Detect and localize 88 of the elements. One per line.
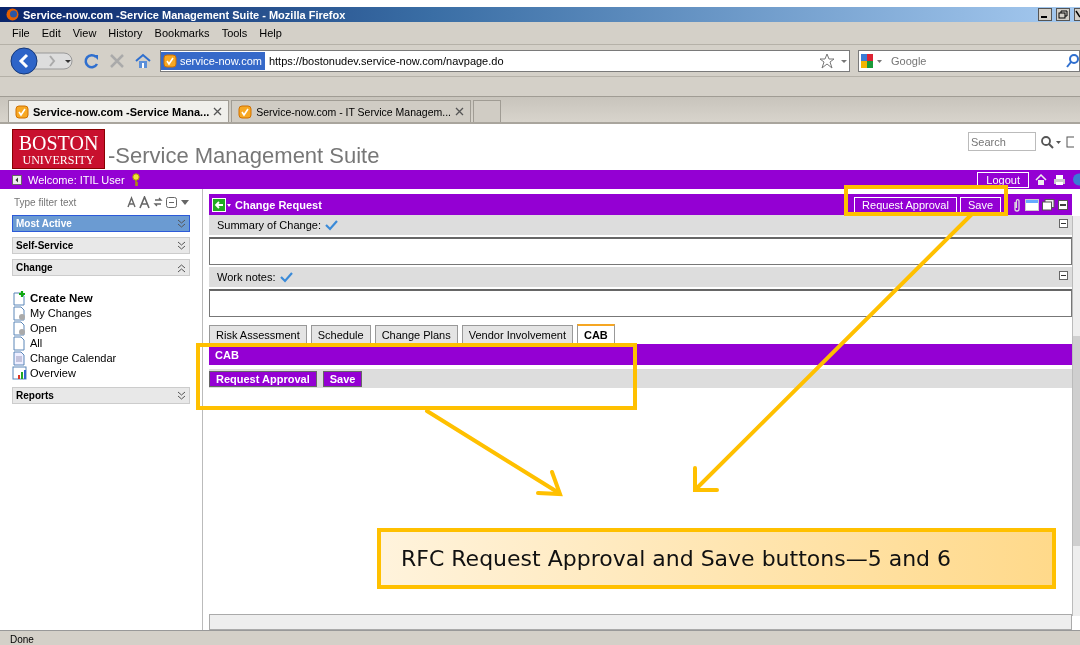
- spellcheck-icon[interactable]: [278, 271, 293, 283]
- menu-item[interactable]: File: [6, 27, 36, 39]
- form-tab[interactable]: Vendor Involvement: [461, 325, 573, 343]
- site-icon: [163, 53, 177, 68]
- text-smaller-icon[interactable]: [127, 196, 136, 208]
- close-icon[interactable]: [213, 107, 223, 116]
- star-icon[interactable]: [819, 52, 835, 69]
- back-button[interactable]: [212, 197, 232, 212]
- horizontal-scrollbar[interactable]: [209, 614, 1072, 630]
- sidebar-link[interactable]: Create New: [30, 291, 93, 304]
- text-area[interactable]: [209, 237, 1072, 265]
- address-bar[interactable]: service-now.com https://bostonudev.service-now.com/navpage.do: [160, 49, 850, 72]
- callout-text: RFC Request Approval and Save buttons—5 and 6: [377, 528, 1056, 589]
- collapse-icon[interactable]: [12, 174, 22, 185]
- chart-icon: [12, 364, 27, 381]
- site-icon: [15, 104, 29, 119]
- app-title: -Service Management Suite: [108, 143, 381, 169]
- sidebar-link[interactable]: Open: [30, 321, 57, 334]
- search-bar[interactable]: Google: [858, 49, 1080, 72]
- search-icon[interactable]: [1065, 52, 1079, 69]
- refresh-icon[interactable]: [153, 196, 163, 208]
- new-document-icon: [12, 289, 27, 306]
- collapse-icon[interactable]: [1059, 219, 1068, 228]
- text-area[interactable]: [209, 289, 1072, 317]
- menu-item[interactable]: Edit: [35, 27, 67, 39]
- document-icon: [12, 319, 27, 336]
- minimize-icon[interactable]: [1058, 199, 1068, 210]
- form-tab[interactable]: CAB: [576, 324, 615, 343]
- attachment-icon[interactable]: [1012, 197, 1022, 212]
- form-tab[interactable]: Risk Assessment: [209, 325, 307, 343]
- sidebar-section[interactable]: Self-Service: [12, 237, 190, 254]
- key-icon: [130, 172, 141, 187]
- spellcheck-icon[interactable]: [323, 219, 338, 231]
- sidebar-link[interactable]: My Changes: [30, 306, 92, 319]
- copy-icon[interactable]: [1042, 198, 1055, 211]
- menu-item[interactable]: View: [66, 27, 103, 39]
- sidebar-section[interactable]: Change: [12, 259, 190, 276]
- logout-button[interactable]: Logout: [977, 171, 1029, 188]
- reload-icon[interactable]: [82, 51, 100, 70]
- minimize-icon[interactable]: [1038, 8, 1052, 21]
- restore-icon[interactable]: [1056, 8, 1070, 21]
- browser-tab[interactable]: Service-now.com -Service Mana...: [8, 100, 230, 122]
- collapse-chevron-icon[interactable]: [177, 262, 186, 273]
- header-button[interactable]: Request Approval: [854, 196, 957, 213]
- window-title: Service-now.com -Service Management Suite - Mozilla Firefox: [23, 8, 346, 21]
- search-engine-icon[interactable]: [859, 51, 885, 70]
- sidebar-link[interactable]: All: [30, 336, 43, 349]
- search-field[interactable]: Search: [968, 132, 1036, 151]
- field-label: Work notes:: [217, 271, 276, 283]
- close-icon[interactable]: [1074, 8, 1080, 21]
- vertical-scrollbar[interactable]: [1072, 216, 1080, 616]
- sidebar-section[interactable]: Reports: [12, 387, 190, 404]
- document-icon: [12, 304, 27, 321]
- menu-item[interactable]: Tools: [215, 27, 254, 39]
- expand-chevron-icon[interactable]: [177, 390, 186, 401]
- section-button[interactable]: Save: [322, 370, 363, 387]
- status-text: Done: [10, 634, 34, 645]
- collapse-icon[interactable]: [1059, 271, 1068, 280]
- browser-tab[interactable]: Service-now.com - IT Service Managem...: [231, 100, 471, 122]
- welcome-text: Welcome: ITIL User: [28, 173, 125, 186]
- menu-item[interactable]: Help: [253, 27, 288, 39]
- dropdown-icon[interactable]: [180, 197, 190, 207]
- home-icon[interactable]: [134, 51, 152, 70]
- site-identity-button[interactable]: service-now.com: [161, 51, 265, 70]
- url-text: https://bostonudev.service-now.com/navpage.do: [268, 54, 505, 67]
- form-title: Change Request: [235, 198, 322, 211]
- home-icon[interactable]: [1035, 173, 1047, 186]
- print-icon[interactable]: [1053, 173, 1066, 186]
- browser-logo-icon: [6, 8, 19, 21]
- page-icon: [12, 334, 27, 351]
- back-forward-button[interactable]: [10, 45, 74, 76]
- site-icon: [238, 104, 253, 119]
- sidebar-link[interactable]: Overview: [30, 366, 76, 379]
- menu-item[interactable]: Bookmarks: [148, 27, 216, 39]
- collapse-all-icon[interactable]: [166, 196, 177, 208]
- menu-item[interactable]: History: [102, 27, 149, 39]
- form-tab[interactable]: Schedule: [310, 325, 371, 343]
- search-icon[interactable]: [1040, 134, 1062, 149]
- expand-chevron-icon[interactable]: [177, 240, 186, 251]
- form-tab[interactable]: Change Plans: [374, 325, 458, 343]
- calendar-icon[interactable]: [1025, 198, 1039, 211]
- sidebar-link[interactable]: Change Calendar: [30, 351, 117, 364]
- section-button[interactable]: Request Approval: [209, 370, 317, 387]
- field-label: Summary of Change:: [217, 219, 321, 231]
- header-button[interactable]: Save: [959, 196, 1001, 213]
- text-larger-icon[interactable]: [139, 195, 150, 209]
- calendar-icon: [12, 349, 27, 366]
- university-logo: BOSTON UNIVERSITY: [12, 129, 105, 169]
